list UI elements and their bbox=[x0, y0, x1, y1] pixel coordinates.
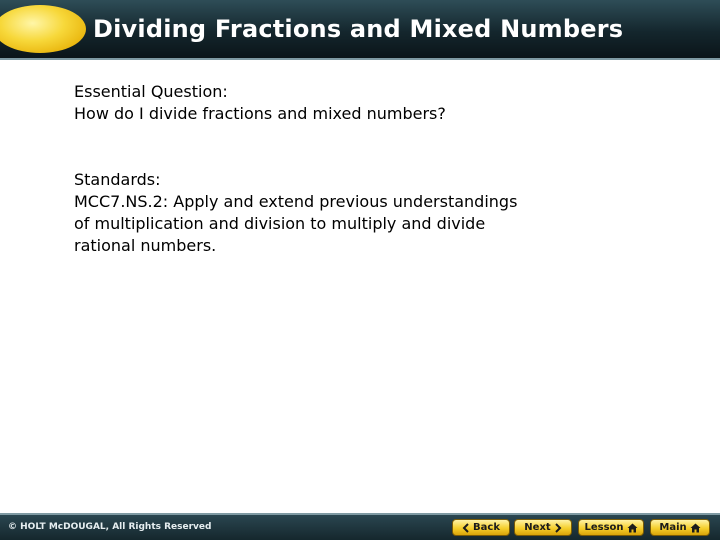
chevron-left-icon bbox=[462, 522, 470, 533]
back-button[interactable]: Back bbox=[452, 519, 510, 536]
next-button[interactable]: Next bbox=[514, 519, 572, 536]
header-divider bbox=[0, 58, 720, 60]
main-button[interactable]: Main bbox=[650, 519, 710, 536]
essential-question-heading: Essential Question: bbox=[74, 82, 228, 101]
main-button-label: Main bbox=[659, 522, 687, 533]
standards-heading: Standards: bbox=[74, 170, 161, 189]
copyright-text: © HOLT McDOUGAL, All Rights Reserved bbox=[8, 522, 212, 532]
slide-content: Essential Question: How do I divide frac… bbox=[74, 81, 694, 257]
page-title: Dividing Fractions and Mixed Numbers bbox=[93, 15, 624, 43]
lesson-button-label: Lesson bbox=[584, 522, 624, 533]
lesson-button[interactable]: Lesson bbox=[578, 519, 644, 536]
slide-footer: © HOLT McDOUGAL, All Rights Reserved Bac… bbox=[0, 515, 720, 540]
home-icon bbox=[690, 523, 701, 533]
header-logo-oval bbox=[0, 5, 86, 53]
chevron-right-icon bbox=[554, 522, 562, 533]
home-icon bbox=[627, 523, 638, 533]
essential-question-text: How do I divide fractions and mixed numb… bbox=[74, 104, 446, 123]
next-button-label: Next bbox=[524, 522, 551, 533]
standards-line: MCC7.NS.2: Apply and extend previous und… bbox=[74, 192, 518, 211]
slide-header: Dividing Fractions and Mixed Numbers bbox=[0, 0, 720, 58]
back-button-label: Back bbox=[473, 522, 500, 533]
standards-line: of multiplication and division to multip… bbox=[74, 214, 486, 233]
standards-line: rational numbers. bbox=[74, 236, 217, 255]
